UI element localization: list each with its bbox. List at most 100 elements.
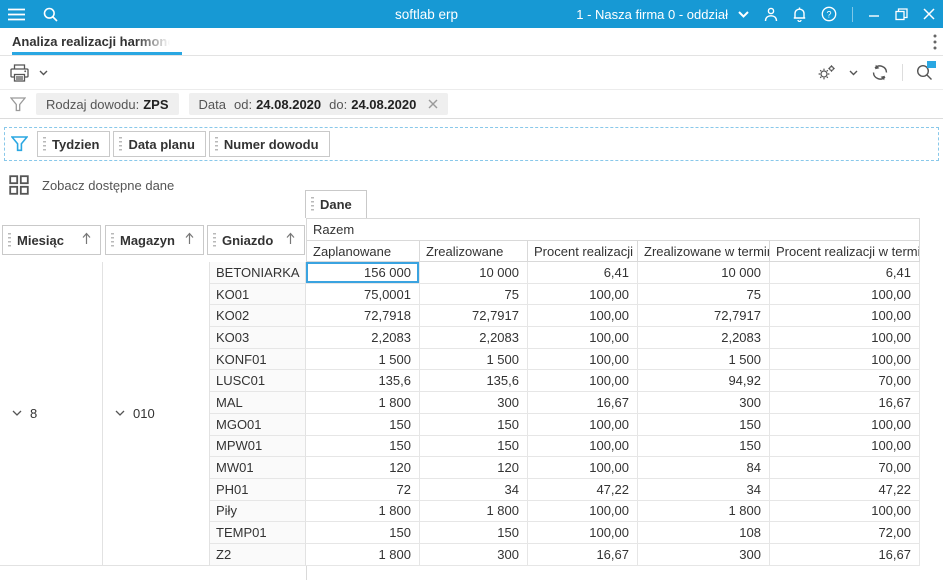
restore-icon[interactable] bbox=[895, 7, 908, 21]
column-header[interactable]: Procent realizacji bbox=[528, 241, 638, 261]
data-cell[interactable]: 100,00 bbox=[770, 327, 920, 349]
field-box-magazyn[interactable]: Magazyn bbox=[105, 225, 204, 255]
data-cell[interactable]: 47,22 bbox=[770, 478, 920, 501]
row-header-gniazdo[interactable]: KONF01 bbox=[210, 348, 306, 371]
printer-chevron-down-icon[interactable] bbox=[39, 70, 48, 76]
data-cell[interactable]: 10 000 bbox=[638, 262, 770, 284]
group-header-razem[interactable]: Razem bbox=[306, 218, 920, 240]
data-cell[interactable]: 100,00 bbox=[528, 522, 638, 544]
data-cell[interactable]: 100,00 bbox=[770, 435, 920, 458]
close-icon[interactable] bbox=[923, 8, 935, 20]
data-cell[interactable]: 108 bbox=[638, 522, 770, 544]
data-cell[interactable]: 100,00 bbox=[528, 305, 638, 328]
gear-chevron-down-icon[interactable] bbox=[849, 70, 858, 76]
data-cell[interactable]: 150 bbox=[306, 413, 420, 436]
data-cell[interactable]: 135,6 bbox=[306, 370, 420, 393]
data-cell[interactable]: 1 800 bbox=[420, 500, 528, 523]
data-cell[interactable]: 34 bbox=[420, 478, 528, 501]
data-cell[interactable]: 100,00 bbox=[528, 283, 638, 306]
column-header[interactable]: Zrealizowane w terminie bbox=[638, 241, 770, 261]
data-cell[interactable]: 300 bbox=[638, 543, 770, 566]
data-cell[interactable]: 2,2083 bbox=[420, 327, 528, 349]
data-cell[interactable]: 300 bbox=[638, 392, 770, 414]
data-cell[interactable]: 10 000 bbox=[420, 262, 528, 284]
data-field-chip[interactable]: Dane bbox=[305, 190, 367, 218]
row-header-gniazdo[interactable]: KO02 bbox=[210, 305, 306, 328]
data-cell[interactable]: 100,00 bbox=[528, 413, 638, 436]
company-selector[interactable]: 1 - Nasza firma 0 - oddział bbox=[576, 7, 749, 22]
row-header-gniazdo[interactable]: LUSC01 bbox=[210, 370, 306, 393]
field-box-miesiac[interactable]: Miesiąc bbox=[2, 225, 101, 255]
dropzone-field-chip[interactable]: Tydzien bbox=[37, 131, 111, 157]
data-cell[interactable]: 100,00 bbox=[528, 500, 638, 523]
bell-icon[interactable] bbox=[793, 7, 806, 22]
data-cell[interactable]: 1 800 bbox=[638, 500, 770, 523]
data-cell[interactable]: 75,0001 bbox=[306, 283, 420, 306]
data-cell[interactable]: 34 bbox=[638, 478, 770, 501]
data-cell[interactable]: 150 bbox=[420, 522, 528, 544]
data-cell[interactable]: 150 bbox=[306, 435, 420, 458]
menu-icon[interactable] bbox=[8, 8, 25, 21]
dropzone-field-chip[interactable]: Numer dowodu bbox=[208, 131, 330, 157]
remove-filter-icon[interactable] bbox=[428, 99, 438, 109]
data-cell[interactable]: 16,67 bbox=[770, 392, 920, 414]
data-cell[interactable]: 100,00 bbox=[770, 500, 920, 523]
data-cell[interactable]: 150 bbox=[420, 413, 528, 436]
data-cell[interactable]: 47,22 bbox=[528, 478, 638, 501]
column-header[interactable]: Zrealizowane bbox=[420, 241, 528, 261]
data-cell[interactable]: 16,67 bbox=[770, 543, 920, 566]
grid-icon[interactable] bbox=[9, 175, 29, 195]
data-cell[interactable]: 70,00 bbox=[770, 370, 920, 393]
user-icon[interactable] bbox=[764, 7, 778, 22]
data-cell[interactable]: 72,7917 bbox=[420, 305, 528, 328]
column-header[interactable]: Procent realizacji w terminie bbox=[770, 241, 920, 261]
data-cell[interactable]: 75 bbox=[638, 283, 770, 306]
minimize-icon[interactable] bbox=[868, 8, 880, 20]
gear-icon[interactable] bbox=[816, 64, 836, 82]
row-header-gniazdo[interactable]: KO03 bbox=[210, 327, 306, 349]
data-cell[interactable]: 100,00 bbox=[770, 348, 920, 371]
data-cell[interactable]: 120 bbox=[306, 457, 420, 479]
search-icon[interactable] bbox=[43, 7, 58, 22]
group-cell-warehouse[interactable]: 010 bbox=[103, 262, 210, 566]
row-header-gniazdo[interactable]: Z2 bbox=[210, 543, 306, 566]
row-header-gniazdo[interactable]: MPW01 bbox=[210, 435, 306, 458]
row-header-gniazdo[interactable]: MW01 bbox=[210, 457, 306, 479]
data-cell[interactable]: 16,67 bbox=[528, 543, 638, 566]
data-cell[interactable]: 72,7918 bbox=[306, 305, 420, 328]
data-cell[interactable]: 1 500 bbox=[306, 348, 420, 371]
data-cell[interactable]: 70,00 bbox=[770, 457, 920, 479]
data-cell[interactable]: 6,41 bbox=[770, 262, 920, 284]
data-cell[interactable]: 75 bbox=[420, 283, 528, 306]
data-cell[interactable]: 84 bbox=[638, 457, 770, 479]
data-cell[interactable]: 100,00 bbox=[528, 457, 638, 479]
data-cell[interactable]: 300 bbox=[420, 543, 528, 566]
data-cell[interactable]: 100,00 bbox=[528, 370, 638, 393]
data-cell[interactable]: 2,2083 bbox=[306, 327, 420, 349]
data-cell[interactable]: 72 bbox=[306, 478, 420, 501]
data-cell[interactable]: 150 bbox=[638, 435, 770, 458]
row-header-gniazdo[interactable]: PH01 bbox=[210, 478, 306, 501]
data-cell[interactable]: 2,2083 bbox=[638, 327, 770, 349]
data-cell[interactable]: 100,00 bbox=[770, 283, 920, 306]
data-cell[interactable]: 1 800 bbox=[306, 543, 420, 566]
row-header-gniazdo[interactable]: KO01 bbox=[210, 283, 306, 306]
selected-data-cell[interactable]: 156 000 bbox=[306, 262, 420, 284]
data-cell[interactable]: 100,00 bbox=[528, 435, 638, 458]
row-header-gniazdo[interactable]: TEMP01 bbox=[210, 522, 306, 544]
group-cell-month[interactable]: 8 bbox=[0, 262, 103, 566]
data-cell[interactable]: 1 800 bbox=[306, 392, 420, 414]
data-cell[interactable]: 1 800 bbox=[306, 500, 420, 523]
field-box-gniazdo[interactable]: Gniazdo bbox=[207, 225, 305, 255]
data-cell[interactable]: 100,00 bbox=[770, 305, 920, 328]
tab-analiza-realizacji-harmonogramu[interactable]: Analiza realizacji harmonogramu bbox=[0, 28, 182, 55]
data-cell[interactable]: 94,92 bbox=[638, 370, 770, 393]
data-cell[interactable]: 150 bbox=[420, 435, 528, 458]
kebab-icon[interactable] bbox=[933, 34, 937, 50]
dropzone-field-chip[interactable]: Data planu bbox=[113, 131, 206, 157]
refresh-icon[interactable] bbox=[871, 64, 889, 81]
row-header-gniazdo[interactable]: Piły bbox=[210, 500, 306, 523]
data-cell[interactable]: 150 bbox=[306, 522, 420, 544]
data-cell[interactable]: 135,6 bbox=[420, 370, 528, 393]
data-cell[interactable]: 72,00 bbox=[770, 522, 920, 544]
